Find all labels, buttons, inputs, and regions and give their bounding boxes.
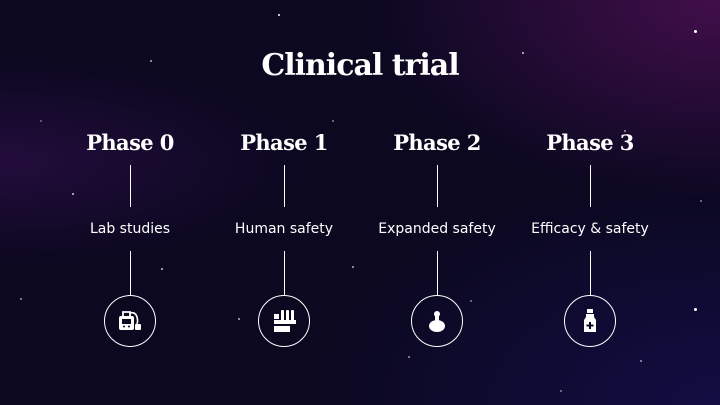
phase-label: Human safety — [234, 221, 334, 237]
medicine-bottle-icon — [564, 295, 616, 347]
phase-column-1: Phase 1 Human safety — [204, 128, 364, 347]
phase-column-2: Phase 2 Expanded safety — [357, 128, 517, 347]
test-tubes-rack-icon — [258, 295, 310, 347]
connector-line — [589, 251, 591, 295]
phase-label: Efficacy & safety — [531, 221, 649, 237]
phase-title: Phase 3 — [546, 130, 634, 155]
connector-line — [283, 165, 285, 207]
lab-machine-icon — [104, 295, 156, 347]
connector-line — [436, 251, 438, 295]
phase-column-3: Phase 3 Efficacy & safety — [510, 128, 670, 347]
slide-title: Clinical trial — [261, 48, 459, 83]
flask-icon — [411, 295, 463, 347]
connector-line — [589, 165, 591, 207]
connector-line — [283, 251, 285, 295]
phase-title: Phase 0 — [86, 130, 174, 155]
phase-title: Phase 1 — [240, 130, 328, 155]
connector-line — [129, 251, 131, 295]
connector-line — [129, 165, 131, 207]
connector-line — [436, 165, 438, 207]
phase-title: Phase 2 — [393, 130, 481, 155]
phase-label: Lab studies — [89, 221, 171, 237]
phase-column-0: Phase 0 Lab studies — [50, 128, 210, 347]
phase-label: Expanded safety — [378, 221, 496, 237]
